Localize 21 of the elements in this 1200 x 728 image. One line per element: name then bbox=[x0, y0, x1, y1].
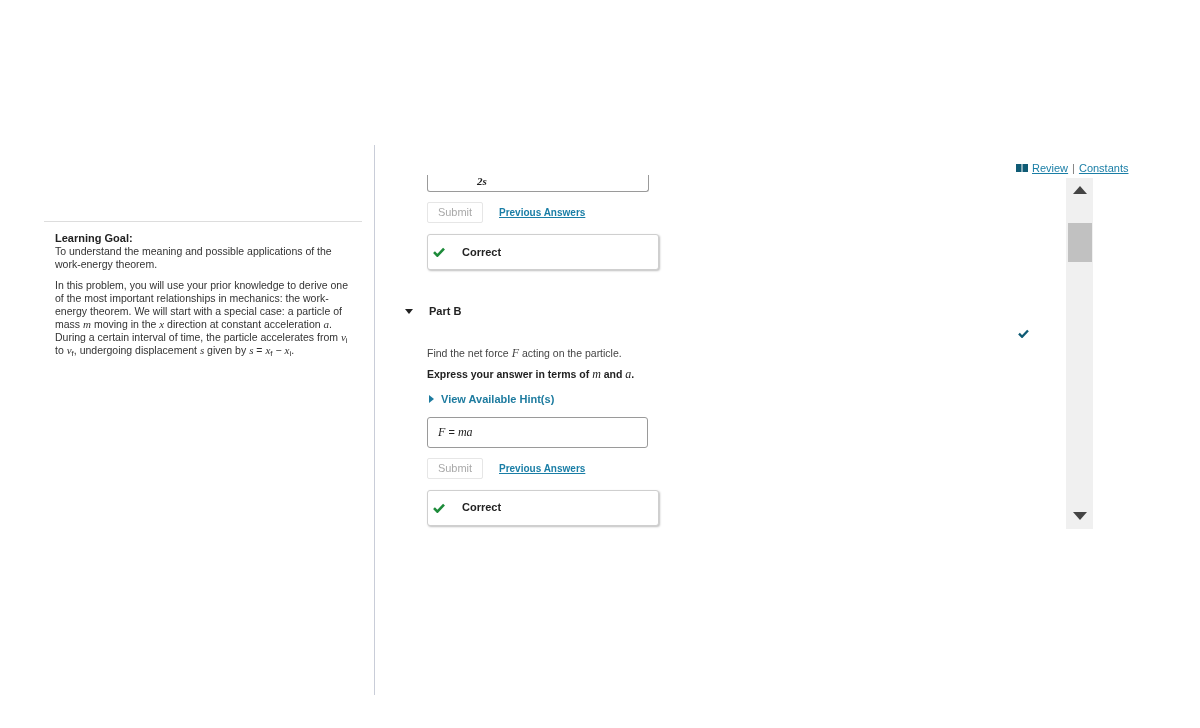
scrollbar-track[interactable] bbox=[1066, 178, 1093, 529]
answer-instruction: Express your answer in terms of m and a. bbox=[427, 368, 635, 381]
scroll-thumb[interactable] bbox=[1067, 223, 1092, 262]
learning-goal-heading: Learning Goal: bbox=[55, 232, 133, 245]
previous-answers-link[interactable]: Previous Answers bbox=[499, 460, 586, 476]
part-header[interactable]: Part B bbox=[375, 305, 462, 317]
question-prompt: Find the net force F acting on the particle. bbox=[427, 347, 622, 360]
answer-field[interactable]: 2s bbox=[427, 175, 649, 192]
introduction-text: In this problem, you will use your prior knowledge to derive one of the most important relationships in mechanics: the work-energy theorem. We will start with a special case: a particle of mass m moving in the x direction at constant acceleration a. During a certain interval of time, the particle accelerates from v$_{i}$ to v$_{f}$, undergoing displacement s given by s = x$_{f}$ − x$_{i}$. bbox=[55, 279, 349, 357]
previous-answers-link[interactable]: Previous Answers bbox=[499, 205, 586, 220]
down-triangle-icon bbox=[1072, 512, 1087, 520]
hint-toggle[interactable]: View Available Hint(s) bbox=[427, 391, 555, 408]
link-separator: | bbox=[1072, 162, 1075, 174]
learning-goal-text: To understand the meaning and possible applications of the work-energy theorem. bbox=[55, 245, 333, 271]
up-triangle-icon bbox=[1072, 186, 1087, 194]
feedback-text: Correct bbox=[462, 244, 502, 260]
review-link[interactable]: Review bbox=[1032, 162, 1069, 174]
constants-link[interactable]: Constants bbox=[1078, 162, 1129, 174]
answer-field[interactable]: F = ma bbox=[427, 416, 648, 448]
feedback-text: Correct bbox=[462, 500, 502, 516]
book-icon bbox=[1016, 164, 1028, 172]
